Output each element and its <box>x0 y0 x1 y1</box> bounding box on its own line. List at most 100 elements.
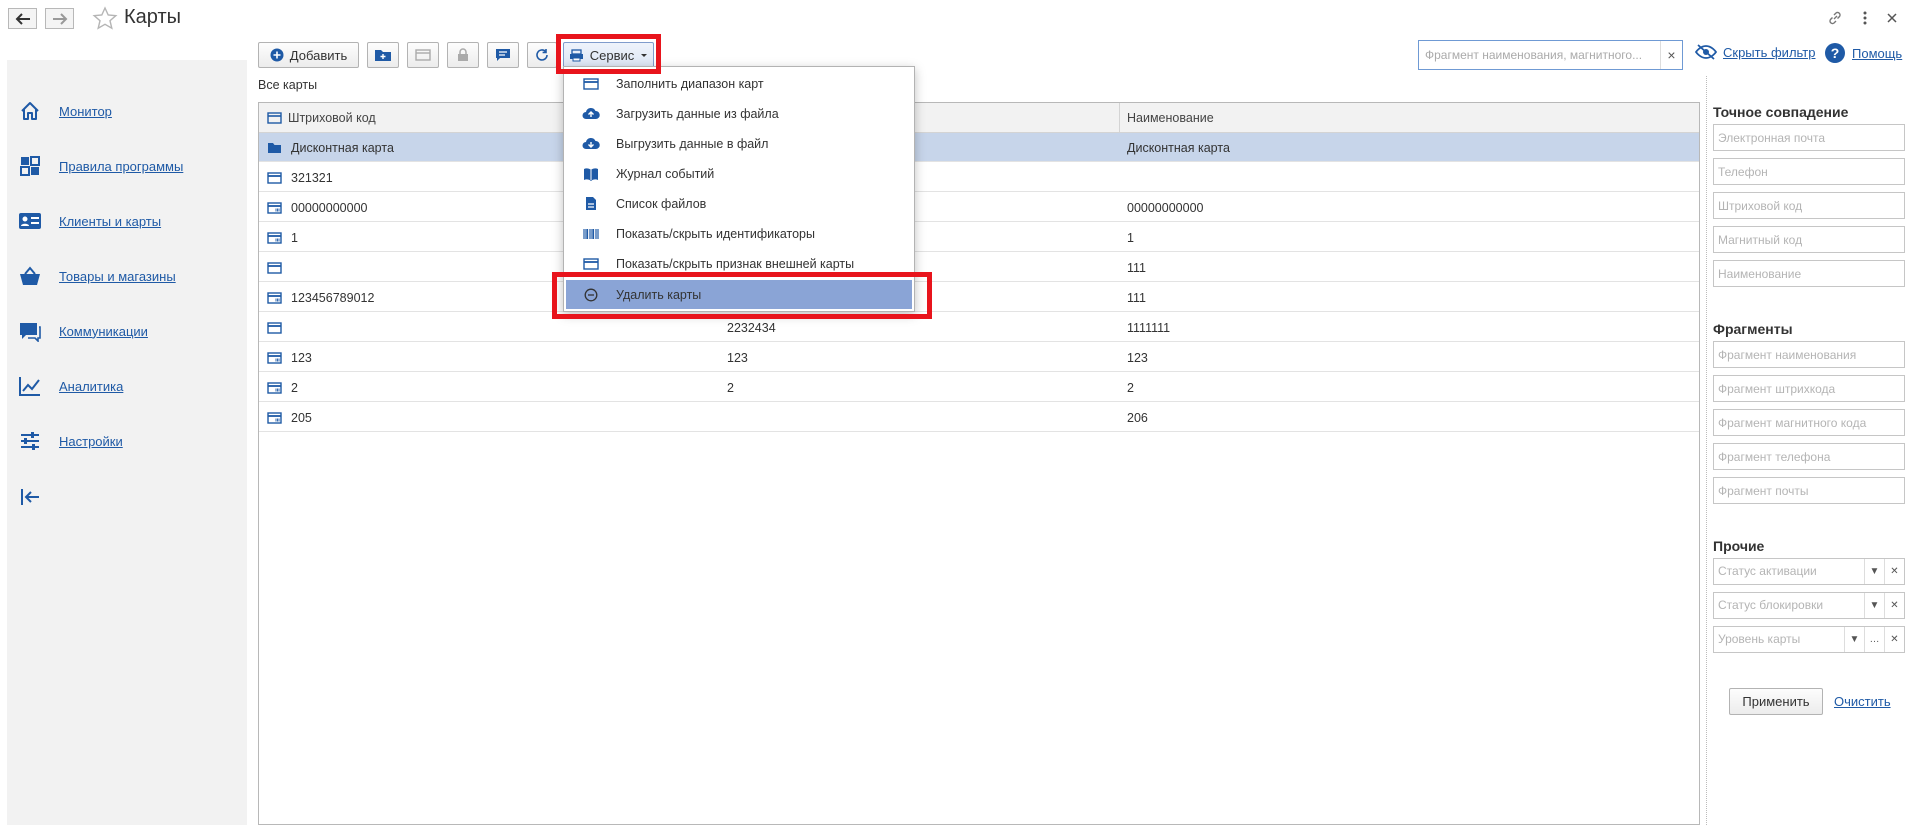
table-row[interactable]: 11 <box>259 223 1699 252</box>
table-header: Штриховой код Наименование <box>259 103 1699 133</box>
card-level-select[interactable]: Уровень карты ▼ … ✕ <box>1713 626 1905 653</box>
add-button-label: Добавить <box>289 47 348 63</box>
clear-link[interactable]: Очистить <box>1834 694 1891 709</box>
more-icon[interactable]: … <box>1864 627 1884 652</box>
chevron-down-icon[interactable]: ▼ <box>1844 627 1864 652</box>
lock-icon <box>458 48 468 61</box>
menu-item-import[interactable]: Загрузить данные из файла <box>566 99 912 128</box>
other-title: Прочие <box>1713 538 1765 554</box>
sidebar-item-label[interactable]: Монитор <box>59 104 112 119</box>
plus-circle-icon <box>270 48 284 62</box>
menu-item-toggle-ids[interactable]: Показать/скрыть идентификаторы <box>566 219 912 248</box>
block-card-button[interactable] <box>447 42 479 68</box>
link-icon[interactable] <box>1826 9 1844 27</box>
card-icon <box>267 321 283 335</box>
email-fragment-field[interactable] <box>1713 477 1905 504</box>
cell-magnetic: 2 <box>727 380 734 395</box>
phone-fragment-field[interactable] <box>1713 443 1905 470</box>
arrow-right-icon <box>52 12 67 25</box>
forward-button[interactable] <box>45 8 74 29</box>
column-header-barcode[interactable]: Штриховой код <box>267 103 376 133</box>
table-row[interactable]: 123456789012 111 <box>259 283 1699 312</box>
back-button[interactable] <box>8 8 37 29</box>
name-field[interactable] <box>1713 260 1905 287</box>
favorite-star-icon[interactable] <box>92 6 118 30</box>
menu-item-export[interactable]: Выгрузить данные в файл <box>566 129 912 158</box>
cell-barcode: 205 <box>267 403 312 432</box>
activation-status-select[interactable]: Статус активации ▼ ✕ <box>1713 558 1905 585</box>
collapse-sidebar-button[interactable] <box>17 483 43 511</box>
add-button[interactable]: Добавить <box>258 42 359 68</box>
table-row[interactable]: 205 206 <box>259 403 1699 432</box>
apply-button[interactable]: Применить <box>1729 688 1823 715</box>
highlight-box-delete-cards <box>552 272 932 319</box>
card-icon <box>267 112 282 124</box>
table-row[interactable]: 321321 <box>259 163 1699 192</box>
message-button[interactable] <box>487 42 519 68</box>
clear-icon[interactable]: ✕ <box>1884 559 1904 584</box>
help-link[interactable]: ? Помощь <box>1824 42 1902 64</box>
clear-search-icon[interactable]: × <box>1660 41 1682 69</box>
sidebar-item-monitor[interactable]: Монитор <box>17 97 112 125</box>
help-label[interactable]: Помощь <box>1852 46 1902 61</box>
close-window-icon[interactable] <box>1883 9 1901 27</box>
sidebar-item-label[interactable]: Товары и магазины <box>59 269 176 284</box>
barcode-fragment-field[interactable] <box>1713 375 1905 402</box>
sidebar-item-analytics[interactable]: Аналитика <box>17 372 123 400</box>
cell-barcode: 2 <box>267 373 298 402</box>
block-status-select[interactable]: Статус блокировки ▼ ✕ <box>1713 592 1905 619</box>
sidebar-item-communications[interactable]: Коммуникации <box>17 317 148 345</box>
hide-filter-link[interactable]: Скрыть фильтр <box>1695 44 1815 60</box>
sidebar-item-clients[interactable]: Клиенты и карты <box>17 207 161 235</box>
chevron-down-icon[interactable]: ▼ <box>1864 593 1884 618</box>
sidebar-item-label[interactable]: Коммуникации <box>59 324 148 339</box>
cell-barcode: 321321 <box>267 163 333 192</box>
refresh-button[interactable] <box>527 42 557 68</box>
card-barcode-icon <box>267 231 283 245</box>
cell-barcode: 1 <box>267 223 298 252</box>
card-barcode-icon <box>267 411 283 425</box>
magnetic-fragment-field[interactable] <box>1713 409 1905 436</box>
sidebar-item-goods[interactable]: Товары и магазины <box>17 262 176 290</box>
search-input[interactable] <box>1419 41 1659 69</box>
phone-field[interactable] <box>1713 158 1905 185</box>
email-field[interactable] <box>1713 124 1905 151</box>
help-icon: ? <box>1825 43 1845 63</box>
table-row[interactable]: 111 <box>259 253 1699 282</box>
table-row[interactable]: Дисконтная карта Дисконтная карта <box>259 133 1699 162</box>
list-caption: Все карты <box>258 78 318 92</box>
cell-name: 123 <box>1127 350 1148 365</box>
cell-name: Дисконтная карта <box>1127 140 1230 155</box>
fragments-title: Фрагменты <box>1713 321 1793 337</box>
search-box[interactable]: × <box>1418 40 1683 70</box>
column-header-name[interactable]: Наименование <box>1127 103 1214 133</box>
table-row[interactable]: 2 2 2 <box>259 373 1699 402</box>
card-view-button[interactable] <box>407 42 439 68</box>
menu-item-event-log[interactable]: Журнал событий <box>566 159 912 188</box>
sidebar-item-label[interactable]: Клиенты и карты <box>59 214 161 229</box>
add-folder-button[interactable] <box>367 42 399 68</box>
sidebar-item-label[interactable]: Настройки <box>59 434 123 449</box>
id-card-icon <box>17 208 43 234</box>
table-row[interactable]: 2232434 1111111 <box>259 313 1699 342</box>
sidebar-item-label[interactable]: Правила программы <box>59 159 183 174</box>
more-vertical-icon[interactable] <box>1856 9 1874 27</box>
cloud-upload-icon <box>580 107 602 120</box>
sidebar-item-label[interactable]: Аналитика <box>59 379 123 394</box>
card-icon <box>580 257 602 270</box>
table-row[interactable]: 123 123 123 <box>259 343 1699 372</box>
cards-table[interactable]: Штриховой код Наименование Дисконтная ка… <box>258 102 1700 825</box>
sidebar-item-settings[interactable]: Настройки <box>17 427 123 455</box>
hide-filter-label[interactable]: Скрыть фильтр <box>1723 45 1815 60</box>
collapse-left-icon <box>17 484 43 510</box>
chevron-down-icon[interactable]: ▼ <box>1864 559 1884 584</box>
name-fragment-field[interactable] <box>1713 341 1905 368</box>
barcode-field[interactable] <box>1713 192 1905 219</box>
sidebar-item-rules[interactable]: Правила программы <box>17 152 183 180</box>
table-row[interactable]: 00000000000 00000000000 <box>259 193 1699 222</box>
cell-name: 00000000000 <box>1127 200 1204 215</box>
magnetic-code-field[interactable] <box>1713 226 1905 253</box>
menu-item-file-list[interactable]: Список файлов <box>566 189 912 218</box>
clear-icon[interactable]: ✕ <box>1884 593 1904 618</box>
clear-icon[interactable]: ✕ <box>1884 627 1904 652</box>
